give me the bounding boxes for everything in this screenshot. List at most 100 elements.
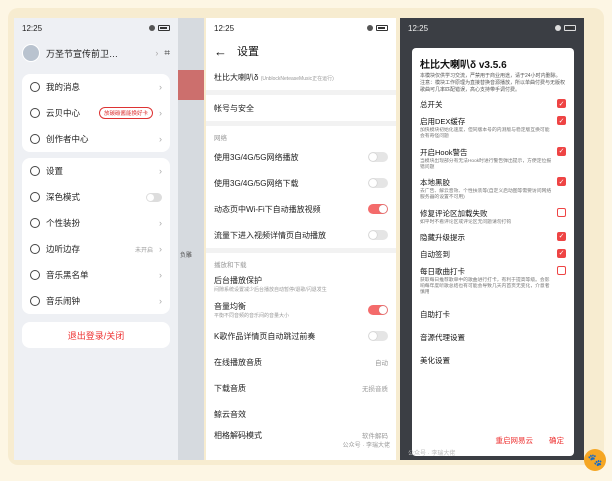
checkbox[interactable]: ✓: [557, 231, 566, 241]
module-option[interactable]: 隐藏升级提示 ✓: [420, 231, 566, 243]
avatar[interactable]: [22, 44, 40, 62]
ktv-skip-intro-item: K歌作品详情页自动跳过前奏: [206, 323, 396, 349]
menu-item[interactable]: 边听边存 未开启 ›: [22, 236, 170, 262]
network-setting-toggle[interactable]: [368, 230, 388, 240]
network-setting-toggle[interactable]: [368, 204, 388, 214]
battery-icon: [158, 25, 170, 31]
chevron-right-icon: ›: [155, 48, 159, 58]
menu-item[interactable]: 音乐闹钟 ›: [22, 288, 170, 314]
settings-header: ← 设置: [206, 38, 396, 64]
username[interactable]: 万圣节宣传前卫…: [46, 47, 149, 60]
module-option[interactable]: 修复评论区加载失败 如平时不看评论区或评论区无问题请勿打钩: [420, 207, 566, 226]
menu-item[interactable]: 设置 ›: [22, 158, 170, 184]
logout-button[interactable]: 退出登录/关闭: [22, 322, 170, 348]
status-bar: 12:25: [206, 18, 396, 38]
network-setting-item: 动态页中Wi-Fi下自动播放视频: [206, 196, 396, 222]
settings-screen: 12:25 ← 设置 杜比大喇叭δ (UnblockNeteaseMusic正在…: [206, 18, 396, 460]
menu-item-label: 云贝中心: [46, 108, 81, 118]
menu-item-icon: [30, 296, 40, 306]
checkbox[interactable]: ✓: [557, 177, 566, 187]
menu-item-icon: [30, 192, 40, 202]
online-quality-value: 自动: [375, 360, 388, 367]
background-page-strip: 负雕: [178, 18, 204, 460]
checkbox[interactable]: [557, 207, 566, 217]
chevron-right-icon: ›: [159, 296, 162, 306]
module-option[interactable]: 自动签到 ✓: [420, 248, 566, 260]
dialog-buttons: 重启网易云 确定: [496, 435, 565, 446]
background-play-protect-desc: 间隙系统设置减少后台播放自动暂停/退歌/闪退发生: [214, 287, 327, 293]
chevron-right-icon: ›: [159, 244, 162, 254]
dark-mode-toggle[interactable]: [146, 192, 162, 202]
equalizer-toggle[interactable]: [368, 305, 388, 315]
scan-icon[interactable]: ⌗: [164, 48, 170, 59]
module-option[interactable]: 启用DEX缓存 加快模块初始化速度，但同版本号的内测版与稳定版互换可能会有奇怪问题…: [420, 116, 566, 140]
section-network: 网络: [214, 135, 227, 142]
menu-item[interactable]: 个性装扮 ›: [22, 210, 170, 236]
menu-item-label: 设置: [46, 166, 64, 176]
module-option-title: 开启Hook警告: [420, 147, 468, 157]
online-quality-item[interactable]: 在线播放音质 自动: [206, 349, 396, 375]
chevron-right-icon: ›: [159, 166, 162, 176]
cloud-effect-label: 鲸云音效: [214, 409, 246, 419]
paw-logo-icon: 🐾: [584, 449, 606, 471]
network-setting-toggle[interactable]: [368, 178, 388, 188]
menu-item-value: 未开启: [134, 247, 153, 254]
network-setting-label: 使用3G/4G/5G网络播放: [214, 152, 299, 162]
module-option-title: 自动签到: [420, 249, 450, 259]
download-quality-value: 无损音质: [362, 386, 388, 393]
profile-screen: 12:25 万圣节宣传前卫… › ⌗ 我的消息 › 云贝中心 放碳碳酱能换好卡 › 创作者…: [14, 18, 178, 460]
chevron-right-icon: ›: [159, 134, 162, 144]
module-option-title: 总开关: [420, 100, 443, 110]
status-time: 12:25: [22, 23, 43, 33]
menu-item[interactable]: 音乐黑名单 ›: [22, 262, 170, 288]
module-option-text: 修复评论区加载失败 如平时不看评论区或评论区无问题请勿打钩: [420, 208, 511, 226]
dialog-setting-item[interactable]: 美化设置: [420, 355, 566, 366]
module-option[interactable]: 本地黑胶 去广告、解云音效、个性扶装等(自定义启动图等需要访问网络服务器的设置不可…: [420, 177, 566, 201]
cloud-effect-item[interactable]: 鲸云音效: [206, 401, 396, 427]
menu-item-icon: [30, 134, 40, 144]
menu-item-icon: [30, 218, 40, 228]
ktv-skip-intro-toggle[interactable]: [368, 331, 388, 341]
menu-item[interactable]: 深色模式: [22, 184, 170, 210]
menu-item[interactable]: 我的消息 ›: [22, 74, 170, 100]
user-header[interactable]: 万圣节宣传前卫… › ⌗: [14, 38, 178, 68]
chevron-right-icon: ›: [159, 270, 162, 280]
decode-mode-value: 软件解码: [362, 433, 388, 440]
status-time: 12:25: [214, 23, 235, 33]
module-option[interactable]: 总开关 ✓: [420, 99, 566, 110]
menu-item-icon: [30, 270, 40, 280]
dialog-setting-item[interactable]: 音源代理设置: [420, 332, 566, 343]
network-setting-item: 使用3G/4G/5G网络播放: [206, 144, 396, 170]
module-option[interactable]: 开启Hook警告 当模块出现部分有无法Hook时进行警告弹出提示，方便定位报错问题…: [420, 146, 566, 171]
menu-card-1: 我的消息 › 云贝中心 放碳碳酱能换好卡 › 创作者中心 ›: [22, 74, 170, 152]
checkbox[interactable]: ✓: [557, 248, 566, 258]
confirm-button[interactable]: 确定: [549, 435, 564, 446]
network-setting-label: 流量下进入视频详情页自动播放: [214, 230, 326, 240]
download-quality-item[interactable]: 下载音质 无损音质: [206, 375, 396, 401]
checkbox[interactable]: [557, 265, 566, 275]
account-security-item[interactable]: 帐号与安全: [206, 95, 396, 121]
restart-app-button[interactable]: 重启网易云: [496, 435, 534, 446]
dialog-setting-item[interactable]: 自助打卡: [420, 309, 566, 320]
download-quality-label: 下载音质: [214, 383, 246, 393]
watermark: 公众号 · 李瑞大佬: [408, 451, 456, 457]
menu-item-label: 我的消息: [46, 82, 81, 92]
background-play-protect-item[interactable]: 后台播放保护 间隙系统设置减少后台播放自动暂停/退歌/闪退发生: [206, 271, 396, 297]
network-setting-toggle[interactable]: [368, 152, 388, 162]
checkbox[interactable]: ✓: [557, 146, 566, 156]
dialog-description: 本模块仅供学习交流，严禁用于商业用途，请于24小时内删除。 注意：模块工作原理为…: [420, 73, 566, 93]
module-settings-item[interactable]: 杜比大喇叭δ (UnblockNeteaseMusic正在运行): [206, 64, 396, 90]
module-option[interactable]: 每日歌曲打卡 获取每日推荐歌单中的歌曲进行打卡，有利于提高等级。会影响每年度听歌总…: [420, 265, 566, 297]
module-option-text: 每日歌曲打卡 获取每日推荐歌单中的歌曲进行打卡，有利于提高等级。会影响每年度听歌总…: [420, 266, 553, 297]
back-arrow-icon[interactable]: ←: [214, 44, 227, 59]
module-option-text: 本地黑胶 去广告、解云音效、个性扶装等(自定义启动图等需要访问网络服务器的设置不可…: [420, 177, 553, 201]
menu-item[interactable]: 云贝中心 放碳碳酱能换好卡 ›: [22, 100, 170, 126]
menu-item[interactable]: 创作者中心 ›: [22, 126, 170, 152]
status-time: 12:25: [408, 23, 429, 33]
module-option-text: 总开关: [420, 99, 443, 110]
checkbox[interactable]: ✓: [557, 116, 566, 126]
menu-item-label: 创作者中心: [46, 134, 89, 144]
module-option-desc: 加快模块初始化速度，但同版本号的内测版与稳定版互换可能会有奇怪问题: [420, 128, 550, 140]
checkbox[interactable]: ✓: [557, 99, 566, 109]
section-play-download: 播放和下载: [214, 262, 247, 269]
